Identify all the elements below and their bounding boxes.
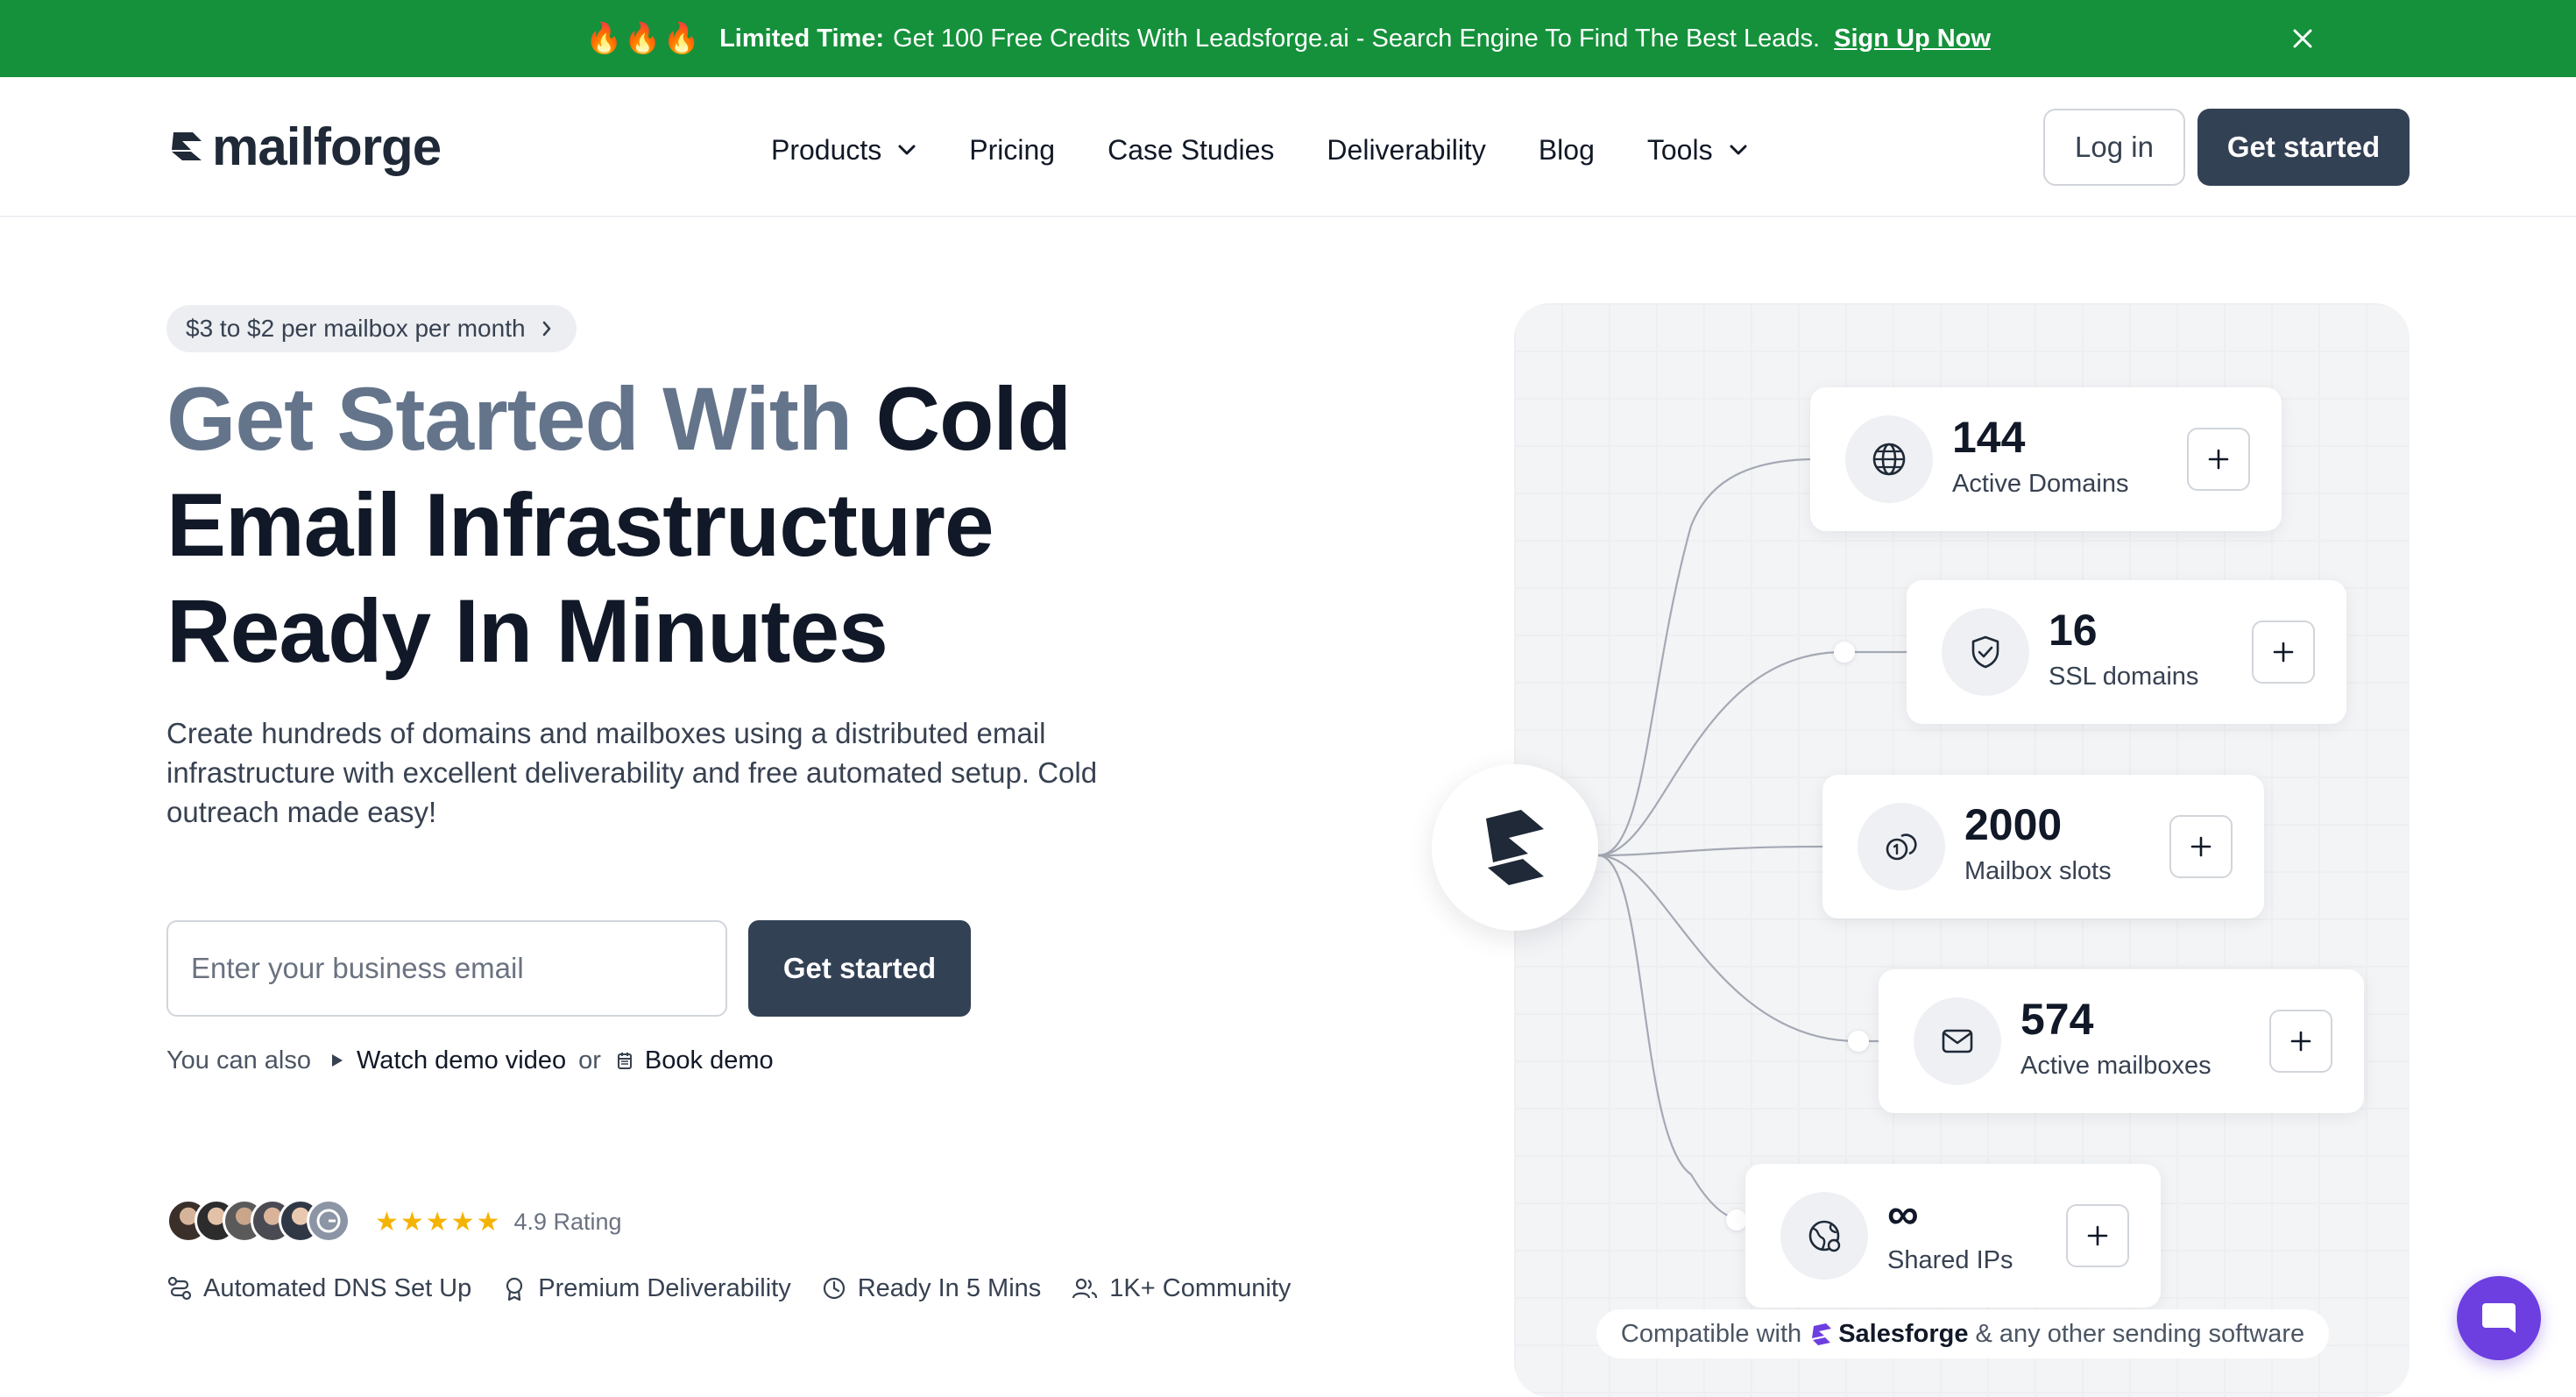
chat-icon bbox=[2482, 1303, 2516, 1333]
stat-value: 574 bbox=[2020, 995, 2094, 1044]
stat-label: SSL domains bbox=[2049, 663, 2199, 691]
stat-card-active-mailboxes: 574 Active mailboxes bbox=[1879, 969, 2364, 1113]
salesforge-name: Salesforge bbox=[1838, 1319, 1969, 1348]
connector-shared-ips bbox=[1597, 854, 1744, 1222]
stat-card-shared-ips: ∞ Shared IPs bbox=[1745, 1164, 2161, 1308]
coins-icon bbox=[1858, 803, 1945, 890]
mailforge-hub bbox=[1432, 764, 1598, 931]
mailforge-logo-icon bbox=[1486, 810, 1544, 885]
connector-dot bbox=[1834, 642, 1855, 663]
chat-launcher-button[interactable] bbox=[2457, 1276, 2541, 1360]
add-domain-button[interactable] bbox=[2187, 428, 2250, 491]
mail-icon bbox=[1914, 997, 2001, 1085]
stat-label: Active Domains bbox=[1952, 470, 2129, 498]
stat-card-active-domains: 144 Active Domains bbox=[1810, 387, 2282, 531]
add-mailbox-slot-button[interactable] bbox=[2169, 815, 2233, 878]
connector-dot bbox=[1848, 1031, 1869, 1052]
compat-prefix: Compatible with bbox=[1620, 1319, 1802, 1348]
stat-card-ssl-domains: 16 SSL domains bbox=[1907, 580, 2346, 724]
connector-mailbox-slots bbox=[1597, 845, 1823, 857]
salesforge-brand: Salesforge bbox=[1808, 1319, 1969, 1349]
compat-suffix: & any other sending software bbox=[1975, 1319, 2305, 1348]
stat-label: Mailbox slots bbox=[1964, 857, 2112, 885]
globe-icon bbox=[1845, 415, 1933, 503]
stat-label: Shared IPs bbox=[1887, 1246, 2013, 1274]
connector-dot bbox=[1726, 1209, 1747, 1230]
stat-value: 16 bbox=[2049, 606, 2098, 655]
stat-card-mailbox-slots: 2000 Mailbox slots bbox=[1822, 775, 2264, 918]
salesforge-logo-icon bbox=[1812, 1323, 1832, 1345]
stat-value: 2000 bbox=[1964, 800, 2063, 849]
add-shared-ip-button[interactable] bbox=[2066, 1204, 2129, 1267]
add-ssl-button[interactable] bbox=[2252, 620, 2315, 684]
add-mailbox-button[interactable] bbox=[2269, 1010, 2332, 1073]
connector-active-domains bbox=[1597, 457, 1811, 857]
compatibility-note: Compatible with Salesforge & any other s… bbox=[1596, 1309, 2329, 1358]
shield-check-icon bbox=[1942, 608, 2029, 696]
stat-value: ∞ bbox=[1887, 1189, 1919, 1238]
network-globe-icon bbox=[1780, 1192, 1868, 1280]
stat-label: Active mailboxes bbox=[2020, 1052, 2212, 1080]
stat-value: 144 bbox=[1952, 413, 2026, 462]
